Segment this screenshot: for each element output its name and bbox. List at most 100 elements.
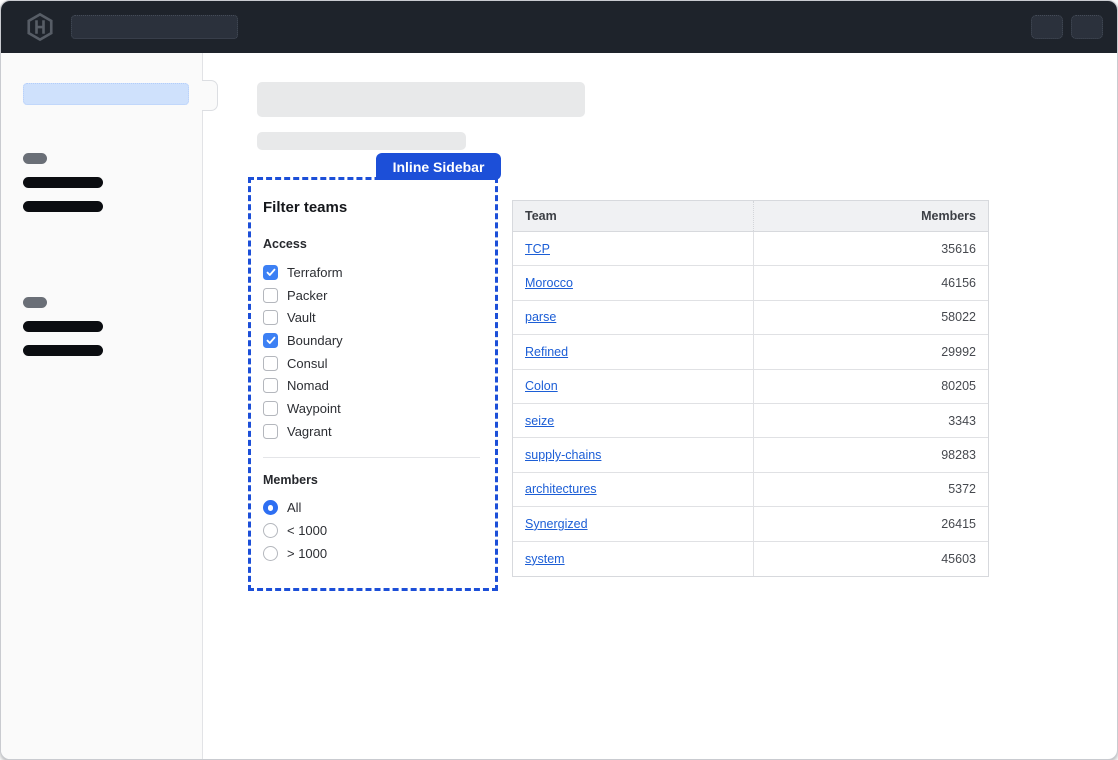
members-value: 98283 (753, 438, 988, 471)
radio-dot (268, 505, 274, 511)
table-row: Refined 29992 (513, 335, 988, 369)
nav-section-label-skeleton (23, 297, 47, 308)
inline-sidebar-badge: Inline Sidebar (376, 153, 501, 180)
radio-option: < 1000 (263, 519, 483, 542)
nav-item-skeleton (23, 177, 103, 188)
column-header-members: Members (753, 201, 988, 231)
team-cell: Refined (513, 335, 753, 368)
page-subtitle-skeleton (257, 132, 466, 150)
checkbox[interactable] (263, 356, 278, 371)
divider (263, 457, 480, 458)
radio-label: All (287, 500, 301, 515)
team-cell: parse (513, 301, 753, 334)
checkbox[interactable] (263, 333, 278, 348)
app-window: Inline Sidebar Filter teams Access Terra… (0, 0, 1118, 760)
inline-filter-sidebar: Filter teams Access Terraform Packer Vault… (248, 177, 498, 591)
checkbox-option: Nomad (263, 374, 483, 397)
table-row: architectures 5372 (513, 473, 988, 507)
checkbox-option: Terraform (263, 261, 483, 284)
radio[interactable] (263, 500, 278, 515)
members-value: 3343 (753, 404, 988, 437)
members-value: 29992 (753, 335, 988, 368)
team-link[interactable]: Synergized (525, 517, 588, 531)
team-cell: seize (513, 404, 753, 437)
active-nav-item-skeleton (23, 83, 189, 105)
radio-option: All (263, 497, 483, 520)
top-navigation-bar (1, 1, 1117, 53)
checkbox[interactable] (263, 265, 278, 280)
radio[interactable] (263, 523, 278, 538)
team-link[interactable]: seize (525, 414, 554, 428)
teams-table: Team Members TCP35616Morocco46156 parse 58… (512, 200, 989, 577)
team-link[interactable]: Refined (525, 345, 568, 359)
members-value: 26415 (753, 507, 988, 540)
team-link[interactable]: Colon (525, 379, 558, 393)
members-radio-group: All < 1000 > 1000 (263, 497, 483, 565)
members-value: 45603 (753, 542, 988, 576)
nav-item-skeleton (23, 321, 103, 332)
table-row: Synergized 26415 (513, 507, 988, 541)
hashicorp-logo-icon (23, 10, 57, 44)
members-group-label: Members (263, 473, 483, 487)
team-link[interactable]: TCP (525, 242, 550, 256)
team-cell: TCP (513, 232, 753, 265)
checkbox[interactable] (263, 310, 278, 325)
table-row: Colon 80205 (513, 370, 988, 404)
sidebar-toggle-handle[interactable] (202, 80, 218, 111)
team-cell: Morocco (513, 266, 753, 299)
checkbox[interactable] (263, 288, 278, 303)
checkbox-label: Boundary (287, 333, 343, 348)
team-cell: architectures (513, 473, 753, 506)
checkbox-option: Packer (263, 284, 483, 307)
filter-panel-title: Filter teams (263, 199, 483, 216)
nav-section-label-skeleton (23, 153, 47, 164)
team-link[interactable]: supply-chains (525, 448, 601, 462)
checkbox-label: Waypoint (287, 401, 341, 416)
checkbox-option: Consul (263, 352, 483, 375)
checkbox-option: Boundary (263, 329, 483, 352)
radio-option: > 1000 (263, 542, 483, 565)
table-row: system 45603 (513, 542, 988, 576)
team-cell: Synergized (513, 507, 753, 540)
table-row: seize 3343 (513, 404, 988, 438)
checkbox[interactable] (263, 378, 278, 393)
checkbox-label: Terraform (287, 265, 343, 280)
nav-item-skeleton (23, 201, 103, 212)
team-link[interactable]: parse (525, 310, 556, 324)
team-cell: system (513, 542, 753, 576)
search-input-skeleton (71, 15, 238, 39)
access-checkbox-group: Terraform Packer Vault Boundary Consul Nomad W… (263, 261, 483, 443)
checkbox-label: Vault (287, 310, 316, 325)
topbar-button-skeleton (1071, 15, 1103, 39)
column-header-team: Team (513, 201, 753, 231)
table-row: Morocco46156 (513, 266, 988, 300)
checkbox-label: Vagrant (287, 424, 332, 439)
radio[interactable] (263, 546, 278, 561)
table-header-row: Team Members (513, 201, 988, 232)
table-row: TCP35616 (513, 232, 988, 266)
checkbox[interactable] (263, 401, 278, 416)
table-body: TCP35616Morocco46156 parse 58022 Refined 299… (513, 232, 988, 576)
checkbox-label: Nomad (287, 378, 329, 393)
table-row: supply-chains 98283 (513, 438, 988, 472)
team-link[interactable]: architectures (525, 482, 597, 496)
checkbox[interactable] (263, 424, 278, 439)
radio-label: > 1000 (287, 546, 327, 561)
checkbox-label: Consul (287, 356, 327, 371)
members-value: 80205 (753, 370, 988, 403)
team-cell: Colon (513, 370, 753, 403)
team-link[interactable]: Morocco (525, 276, 573, 290)
checkbox-label: Packer (287, 288, 327, 303)
access-group-label: Access (263, 237, 483, 251)
checkbox-option: Waypoint (263, 397, 483, 420)
checkbox-option: Vault (263, 306, 483, 329)
radio-label: < 1000 (287, 523, 327, 538)
team-link[interactable]: system (525, 552, 565, 566)
nav-item-skeleton (23, 345, 103, 356)
page-title-skeleton (257, 82, 585, 117)
team-cell: supply-chains (513, 438, 753, 471)
members-value: 5372 (753, 473, 988, 506)
app-sidebar (1, 53, 203, 760)
members-value: 58022 (753, 301, 988, 334)
checkbox-option: Vagrant (263, 420, 483, 443)
